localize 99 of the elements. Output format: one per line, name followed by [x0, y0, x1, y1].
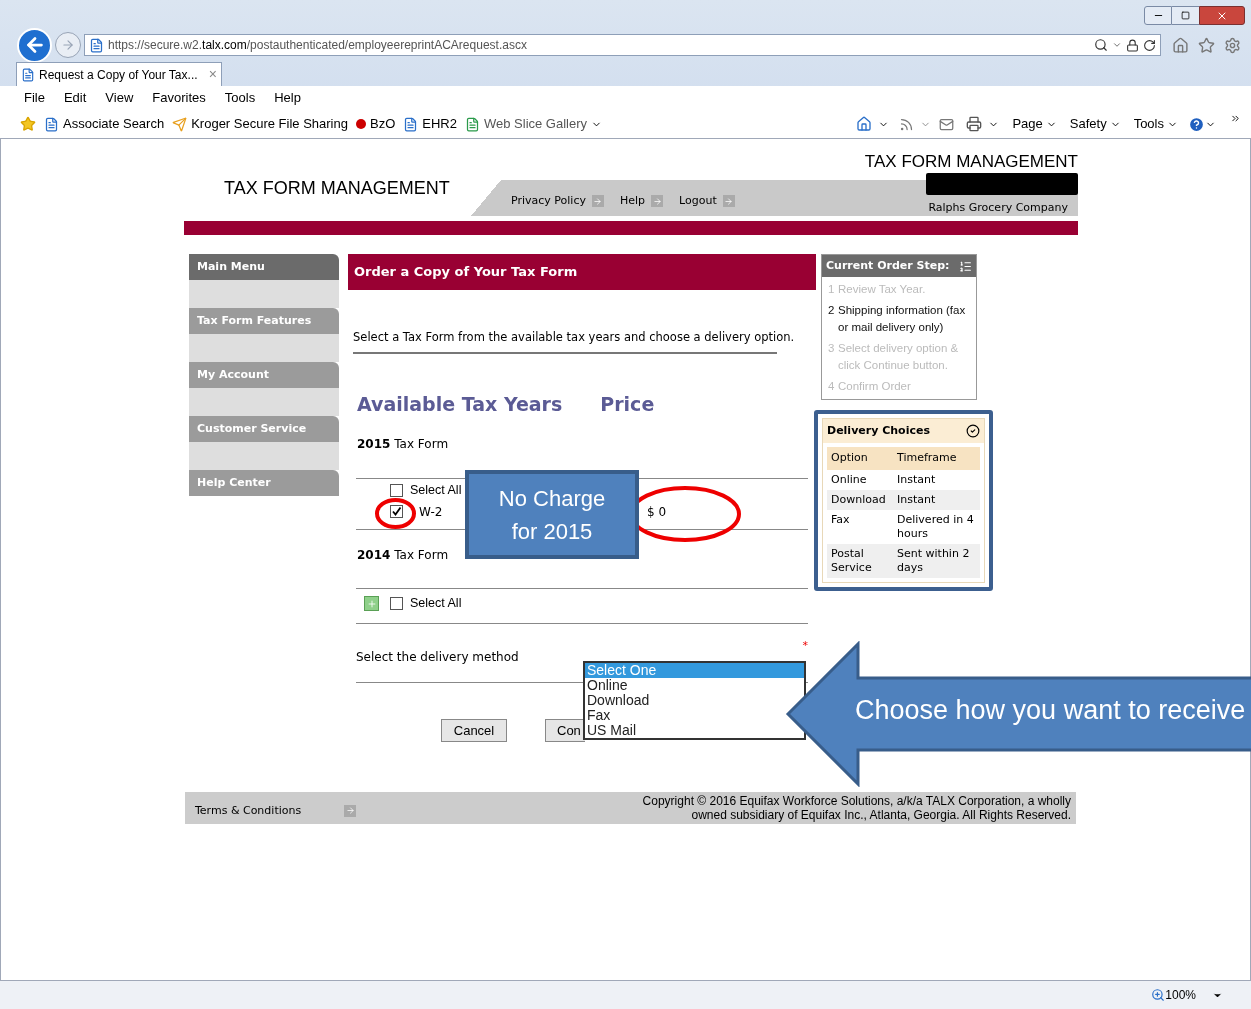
tab-close-button[interactable]: ×	[208, 64, 217, 85]
header-link[interactable]: Logout	[679, 192, 717, 210]
address-field[interactable]: https://secure.w2.talx.com/postauthenticated/employeereprintACArequest.ascx	[84, 34, 1161, 56]
page-icon	[89, 37, 104, 53]
table-cell-text: Sent within 2 days	[897, 546, 971, 575]
form-name: W-2	[419, 503, 444, 521]
favorite-link[interactable]: Web Slice Gallery	[464, 114, 603, 134]
close-button[interactable]	[1199, 6, 1245, 25]
intro-text: Select a Tax Form from the available tax years and choose a delivery option.	[353, 330, 795, 344]
favorite-link[interactable]: Kroger Secure File Sharing	[172, 114, 348, 134]
footer-link[interactable]: Terms & Conditions	[195, 802, 338, 819]
header-link[interactable]: Privacy Policy	[511, 192, 586, 210]
section-title: Order a Copy of Your Tax Form	[354, 263, 578, 282]
sidebar-tab[interactable]: Main Menu	[189, 254, 339, 280]
zoom-level[interactable]: 100%	[1165, 986, 1196, 1004]
maximize-icon	[1181, 11, 1190, 20]
refresh-icon[interactable]	[1143, 38, 1156, 52]
home-icon[interactable]	[856, 116, 873, 132]
site-title: TAX FORM MANAGEMENT	[224, 178, 450, 198]
command-menu[interactable]: Page	[1012, 114, 1057, 134]
select-all-label: Select All	[410, 595, 462, 613]
page-icon	[21, 67, 35, 82]
home-icon[interactable]	[1172, 36, 1189, 54]
dropdown-option[interactable]: Download	[585, 693, 652, 708]
checkbox[interactable]	[390, 484, 403, 498]
table-cell-text: Instant	[897, 472, 937, 487]
table-cell-text: Delivered in 4 hours	[897, 512, 975, 541]
panel-title: Current Order Step:	[826, 257, 950, 274]
settings-icon[interactable]	[1224, 36, 1241, 54]
send-icon	[172, 116, 188, 132]
favorite-link[interactable]: Associate Search	[44, 114, 165, 134]
table-cell-text: Instant	[897, 492, 937, 507]
favorite-link[interactable]: BzO	[356, 114, 396, 134]
menu-item[interactable]: File	[24, 88, 45, 108]
page-icon	[44, 116, 59, 132]
checkbox[interactable]	[390, 505, 403, 519]
command-menu[interactable]: Safety	[1069, 114, 1121, 134]
page-icon	[464, 116, 480, 132]
highlight-ring	[375, 498, 416, 529]
maximize-button[interactable]	[1172, 6, 1199, 25]
favorite-link[interactable]: EHR2	[403, 114, 457, 134]
url-text: https://secure.w2.talx.com/postauthenticated/employeereprintACArequest.ascx	[108, 37, 528, 54]
menu-item[interactable]: Favorites	[152, 88, 206, 108]
print-icon[interactable]	[966, 116, 983, 132]
year-heading: 2014 Tax Form	[357, 546, 449, 564]
table-cell-text: Download	[831, 492, 887, 507]
dropdown-option[interactable]: Online	[585, 678, 630, 693]
minimize-button[interactable]	[1144, 6, 1172, 25]
order-step: 1 Review Tax Year.	[828, 281, 970, 298]
menu-item[interactable]: Tools	[224, 88, 256, 108]
continue-button[interactable]: Con	[545, 718, 585, 742]
panel-title: Delivery Choices	[827, 422, 930, 439]
dropdown-option[interactable]: Fax	[585, 708, 613, 723]
field-label: Select the delivery method	[356, 648, 519, 666]
order-step: 2 Shipping information (fax or mail delivery only)	[828, 302, 970, 336]
zoom-icon	[1151, 988, 1166, 1002]
table-header: Option	[831, 450, 869, 466]
year-heading: 2015 Tax Form	[357, 435, 449, 453]
column-heading: Price	[600, 392, 655, 418]
select-all-label: Select All	[410, 482, 462, 500]
table-header: Timeframe	[897, 450, 958, 466]
table-cell-text: Postal Service	[831, 546, 873, 575]
check-icon	[966, 424, 980, 438]
feed-icon[interactable]	[899, 116, 915, 132]
page-icon	[403, 116, 419, 132]
menu-item[interactable]: Help	[274, 88, 301, 108]
dropdown-option[interactable]: US Mail	[585, 723, 638, 738]
callout-text: Choose how you want to receive	[855, 694, 1246, 726]
callout-text: No Charge for 2015	[497, 484, 607, 546]
order-step: 4 Confirm Order	[828, 378, 970, 395]
dropdown-list[interactable]: Select One Online Download Fax US Mail	[583, 661, 806, 740]
order-step: 3 Select delivery option & click Continue button.	[828, 340, 970, 374]
search-icon[interactable]	[1094, 38, 1108, 52]
browser-tab[interactable]: Request a Copy of Your Tax... ×	[16, 62, 222, 86]
header-link[interactable]: Help	[619, 192, 646, 210]
lock-icon	[1126, 38, 1139, 52]
menu-item[interactable]: View	[105, 88, 134, 108]
price-text: $ 0	[647, 503, 667, 521]
table-cell-text: Fax	[831, 512, 851, 528]
tab-title: Request a Copy of Your Tax...	[39, 66, 199, 84]
expand-icon[interactable]	[364, 596, 379, 612]
help-icon[interactable]	[1188, 115, 1205, 133]
column-heading: Available Tax Years	[357, 392, 563, 418]
required-mark: *	[802, 637, 808, 654]
company-name: Ralphs Grocery Company	[928, 199, 1068, 216]
cancel-button[interactable]: Cancel	[441, 718, 507, 742]
forward-arrow-icon	[61, 38, 75, 52]
checkbox[interactable]	[390, 597, 403, 611]
copyright-text: Copyright © 2016 Equifax Workforce Solutions, a/k/a TALX Corporation, a wholly owned subsidiary of Equifax Inc., Atlanta, Georgia. All Rights Reserved.	[641, 793, 1071, 822]
star-icon[interactable]	[1198, 36, 1215, 54]
alert-icon	[356, 119, 366, 129]
menu-item[interactable]: Edit	[63, 88, 87, 108]
back-button[interactable]	[17, 27, 52, 63]
list-icon	[959, 259, 972, 273]
table-cell-text: Online	[831, 472, 868, 487]
favorites-star-icon[interactable]	[20, 116, 36, 132]
site-title: TAX FORM MANAGEMENT	[864, 151, 1078, 173]
mail-icon[interactable]	[939, 116, 955, 132]
command-menu[interactable]: Tools	[1133, 114, 1178, 134]
